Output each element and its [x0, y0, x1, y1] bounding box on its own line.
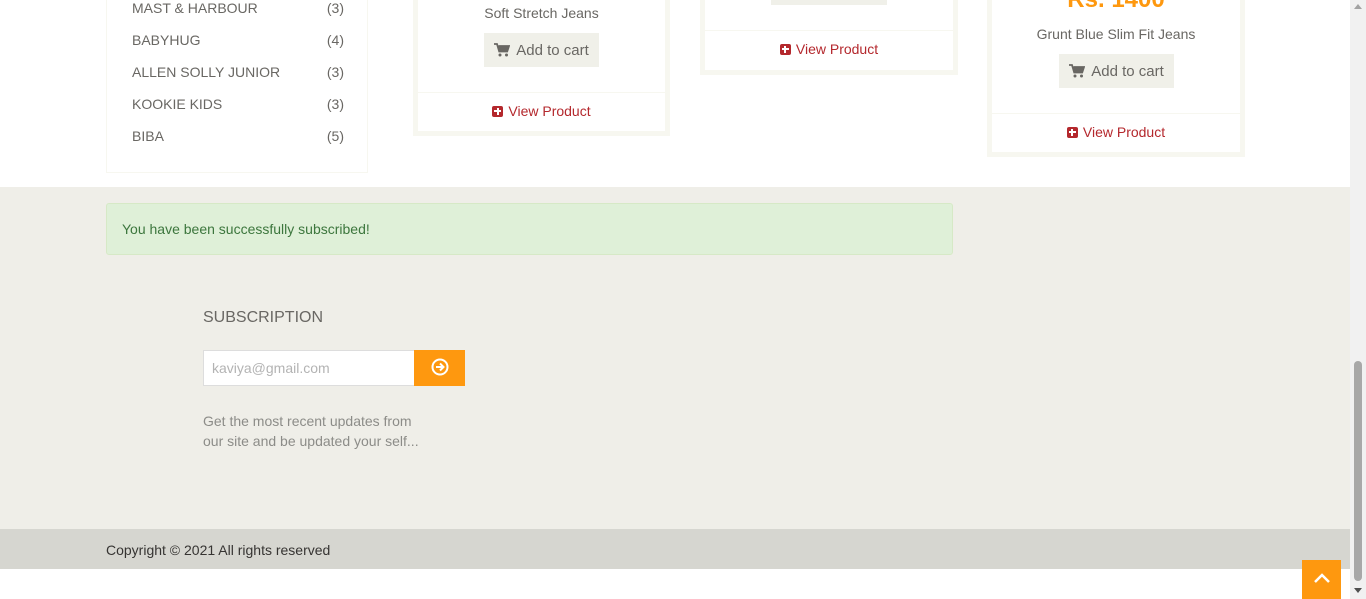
- view-product-label: View Product: [508, 103, 591, 119]
- chevron-up-icon: [1313, 571, 1331, 589]
- footer-bottom: Copyright © 2021 All rights reserved: [0, 529, 1350, 569]
- brands-panel: MAST & HARBOUR (3) BABYHUG (4) ALLEN SOL…: [106, 0, 368, 173]
- plus-square-icon: [1066, 126, 1078, 138]
- brand-count: (4): [326, 32, 344, 48]
- subscription-title: SUBSCRIPTION: [203, 309, 324, 326]
- view-product-label: View Product: [1082, 124, 1166, 140]
- plus-square-icon: [492, 105, 504, 117]
- subscription-email-input[interactable]: [203, 350, 415, 386]
- copyright-text: Copyright © 2021 All rights reserved: [106, 542, 331, 558]
- arrow-circle-right-icon: [431, 358, 449, 379]
- brand-name: KOOKIE KIDS: [132, 96, 223, 112]
- plus-square-icon: [779, 43, 791, 55]
- brand-item-biba[interactable]: BIBA (5): [132, 128, 344, 148]
- view-product-link[interactable]: View Product: [418, 103, 665, 119]
- page-scrollbar[interactable]: [1350, 0, 1366, 599]
- view-product-link[interactable]: View Product: [705, 41, 953, 57]
- scroll-arrow-down-icon[interactable]: [1354, 588, 1362, 593]
- add-to-cart-label: Add to cart: [1091, 62, 1164, 80]
- shopping-cart-icon: [1069, 64, 1086, 78]
- brand-item-babyhug[interactable]: BABYHUG (4): [132, 32, 344, 52]
- add-to-cart-button[interactable]: Add to cart: [1059, 54, 1174, 88]
- brand-name: BABYHUG: [132, 32, 201, 48]
- scroll-up-button[interactable]: [1302, 560, 1341, 599]
- subscription-note: Get the most recent updates from our sit…: [203, 413, 419, 449]
- brand-name: BIBA: [132, 128, 164, 144]
- card-divider: [705, 30, 953, 31]
- view-product-link[interactable]: View Product: [992, 124, 1240, 140]
- brand-count: (3): [326, 0, 344, 16]
- product-price: Rs. 1400: [992, 0, 1240, 14]
- success-alert: You have been successfully subscribed!: [106, 203, 953, 255]
- brand-item-mast-harbour[interactable]: MAST & HARBOUR (3): [132, 0, 344, 20]
- footer-widget: You have been successfully subscribed! S…: [0, 187, 1350, 529]
- scroll-arrow-up-icon[interactable]: [1354, 4, 1362, 9]
- product-title: Grunt Blue Slim Fit Jeans: [1036, 26, 1196, 42]
- add-to-cart-button[interactable]: Add to cart: [484, 33, 599, 67]
- brand-count: (5): [326, 128, 344, 144]
- page: MAST & HARBOUR (3) BABYHUG (4) ALLEN SOL…: [0, 0, 1350, 599]
- brand-count: (3): [326, 96, 344, 112]
- card-divider: [992, 113, 1240, 114]
- brand-count: (3): [326, 64, 344, 80]
- product-title: Soft Stretch Jeans: [484, 5, 599, 21]
- product-card: Soft Stretch Jeans Add to cart View Prod…: [413, 0, 670, 136]
- brand-item-allen-solly-junior[interactable]: ALLEN SOLLY JUNIOR (3): [132, 64, 344, 84]
- brand-name: ALLEN SOLLY JUNIOR: [132, 64, 281, 80]
- add-to-cart-button[interactable]: [771, 0, 887, 5]
- add-to-cart-label: Add to cart: [516, 41, 589, 59]
- brand-name: MAST & HARBOUR: [132, 0, 258, 16]
- scrollbar-thumb[interactable]: [1354, 361, 1362, 581]
- product-card: View Product: [700, 0, 958, 75]
- view-product-label: View Product: [795, 41, 879, 57]
- card-divider: [418, 92, 665, 93]
- product-card: Rs. 1400 Grunt Blue Slim Fit Jeans Add t…: [987, 0, 1245, 157]
- shopping-cart-icon: [494, 43, 511, 57]
- subscribe-button[interactable]: [414, 350, 465, 386]
- brand-item-kookie-kids[interactable]: KOOKIE KIDS (3): [132, 96, 344, 116]
